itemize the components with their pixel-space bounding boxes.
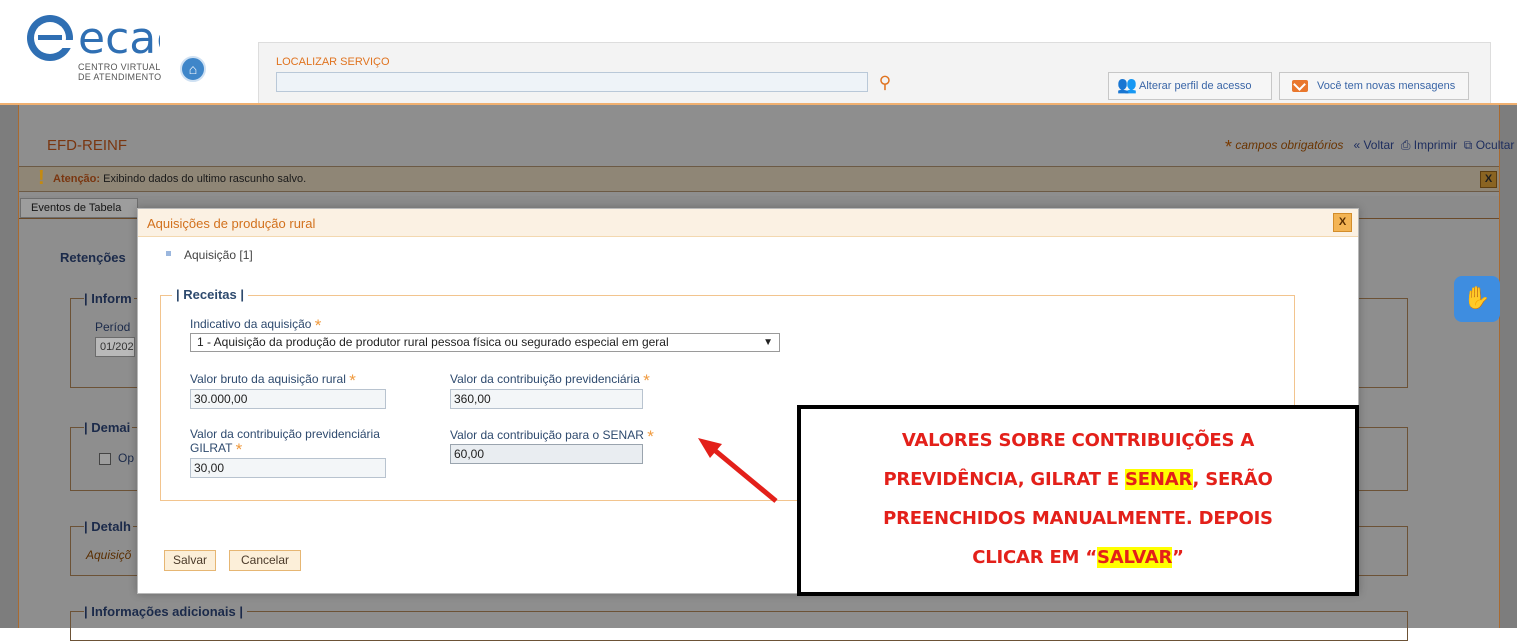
search-label: LOCALIZAR SERVIÇO: [276, 56, 390, 68]
logo-text: ecac: [78, 13, 160, 64]
change-profile-label: Alterar perfil de acesso: [1139, 80, 1252, 92]
tree-bullet-icon: [166, 251, 171, 256]
profile-icon: 👥: [1117, 77, 1137, 94]
bg-checkbox[interactable]: [99, 453, 111, 465]
periodo-label: Períod: [95, 320, 131, 334]
save-button[interactable]: Salvar: [164, 550, 216, 571]
annotation-line4: CLICAR EM “SALVAR”: [802, 547, 1354, 568]
modal-title: Aquisições de produção rural: [147, 216, 316, 231]
bg-legend-demais: | Demai: [84, 420, 133, 435]
senar-input[interactable]: 60,00: [450, 444, 643, 464]
gilrat-label-line2: GILRAT: [190, 441, 233, 455]
back-link[interactable]: Voltar: [1363, 138, 1394, 152]
search-icon[interactable]: ⚲: [874, 72, 896, 94]
bg-legend-inform: | Inform: [84, 291, 134, 306]
gilrat-label: Valor da contribuição previdenciária GIL…: [190, 427, 380, 459]
contrib-prev-label: Valor da contribuição previdenciária *: [450, 371, 650, 391]
alert-close-button[interactable]: X: [1480, 171, 1497, 188]
indicativo-value: 1 - Aquisição da produção de produtor ru…: [197, 335, 669, 349]
messages-label: Você tem novas mensagens: [1317, 80, 1456, 92]
legend-receitas: | Receitas |: [172, 287, 248, 302]
gilrat-label-line1: Valor da contribuição previdenciária: [190, 427, 380, 441]
home-icon[interactable]: ⌂: [180, 56, 206, 82]
arrow-icon: [698, 438, 778, 503]
alert-message: Atenção: Exibindo dados do ultimo rascun…: [53, 173, 306, 185]
bg-legend-adicionais: | Informações adicionais |: [84, 604, 247, 619]
back-icon[interactable]: «: [1353, 138, 1360, 152]
section-retencoes: Retenções: [60, 250, 126, 265]
messages-button[interactable]: Você tem novas mensagens: [1279, 72, 1469, 100]
gilrat-input[interactable]: 30,00: [190, 458, 386, 478]
required-star: *: [235, 440, 243, 459]
valor-bruto-label: Valor bruto da aquisição rural *: [190, 371, 356, 391]
contrib-prev-input[interactable]: 360,00: [450, 389, 643, 409]
annotation-line2-a: PREVIDÊNCIA, GILRAT E: [883, 469, 1126, 490]
annotation-highlight-salvar: SALVAR: [1096, 547, 1173, 568]
bg-detalh-text: Aquisiçõ: [86, 548, 132, 562]
modal-titlebar: [138, 209, 1358, 237]
required-star: *: [1225, 137, 1233, 157]
annotation-line2-b: , SERÃO: [1192, 469, 1273, 490]
page-title: EFD-REINF: [47, 137, 127, 154]
mail-icon: [1292, 80, 1308, 92]
modal-close-button[interactable]: X: [1333, 213, 1352, 232]
valor-bruto-input[interactable]: 30.000,00: [190, 389, 386, 409]
bg-fieldset-adicionais: [70, 611, 1408, 641]
logo-sub-line2: DE ATENDIMENTO: [78, 72, 162, 82]
bg-checkbox-label: Op: [118, 451, 135, 465]
required-note: campos obrigatórios: [1235, 138, 1344, 152]
senar-label-text: Valor da contribuição para o SENAR: [450, 428, 644, 442]
indicativo-select[interactable]: 1 - Aquisição da produção de produtor ru…: [190, 333, 780, 352]
logo-subtitle: CENTRO VIRTUAL DE ATENDIMENTO: [78, 62, 161, 82]
search-input[interactable]: [276, 72, 868, 92]
page-toolbar: * campos obrigatórios « Voltar ⎙ Imprimi…: [1225, 137, 1517, 158]
annotation-highlight-senar: SENAR: [1125, 469, 1193, 490]
change-profile-button[interactable]: 👥 Alterar perfil de acesso: [1108, 72, 1272, 100]
annotation-line3: PREENCHIDOS MANUALMENTE. DEPOIS: [883, 508, 1273, 529]
alert-label: Atenção:: [53, 173, 101, 185]
print-icon[interactable]: ⎙: [1401, 138, 1411, 152]
periodo-field[interactable]: 01/202: [95, 337, 135, 357]
sign-language-icon[interactable]: ✋: [1454, 276, 1500, 322]
contrib-prev-label-text: Valor da contribuição previdenciária: [450, 372, 640, 386]
logo-sub-line1: CENTRO VIRTUAL: [78, 62, 161, 72]
annotation-line4-b: ”: [1172, 547, 1184, 568]
hide-all-link[interactable]: Ocultar todos: [1476, 138, 1517, 152]
valor-bruto-label-text: Valor bruto da aquisição rural: [190, 372, 346, 386]
indicativo-label-text: Indicativo da aquisição: [190, 317, 312, 331]
annotation-line1: VALORES SOBRE CONTRIBUIÇÕES A: [901, 430, 1255, 451]
acquisition-item[interactable]: Aquisição [1]: [184, 248, 253, 262]
annotation-line2: PREVIDÊNCIA, GILRAT E SENAR, SERÃO: [802, 469, 1354, 490]
required-star: *: [349, 371, 356, 390]
alert-icon: !: [38, 167, 45, 189]
print-link[interactable]: Imprimir: [1414, 138, 1457, 152]
required-star: *: [643, 371, 650, 390]
required-star: *: [647, 427, 654, 446]
bg-legend-detalh: | Detalh: [84, 519, 133, 534]
ecac-logo[interactable]: ecac: [20, 8, 160, 68]
hide-icon[interactable]: ⧉: [1464, 138, 1473, 152]
cancel-button[interactable]: Cancelar: [229, 550, 301, 571]
chevron-down-icon: ▼: [763, 337, 773, 348]
annotation-line4-a: CLICAR EM “: [972, 547, 1097, 568]
tab-eventos-tabela[interactable]: Eventos de Tabela: [20, 198, 138, 218]
alert-text: Exibindo dados do ultimo rascunho salvo.: [103, 173, 307, 185]
